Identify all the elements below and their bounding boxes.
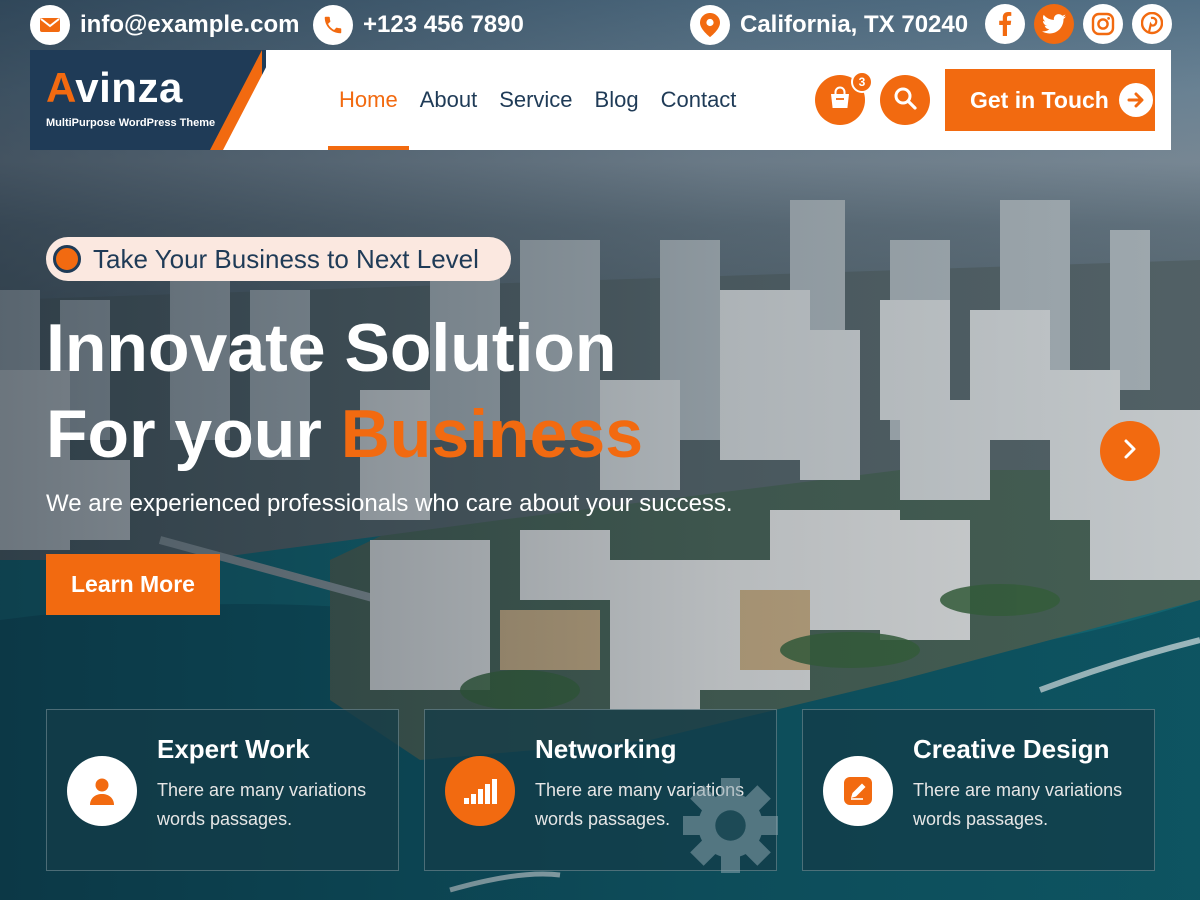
- nav-item-service[interactable]: Service: [488, 50, 583, 150]
- signal-bars-icon: [445, 756, 515, 826]
- shopping-bag-icon: [827, 85, 853, 116]
- feature-title: Expert Work: [157, 734, 310, 764]
- hero-title-plain: For your: [46, 396, 341, 472]
- pinterest-icon[interactable]: [1132, 4, 1172, 44]
- hero-title-line2: For your Business: [46, 391, 643, 477]
- email-contact[interactable]: info@example.com: [30, 5, 299, 45]
- location-text: California, TX 70240: [740, 11, 969, 38]
- feature-title: Creative Design: [913, 734, 1110, 764]
- user-icon: [67, 756, 137, 826]
- site-header: Avinza MultiPurpose WordPress Theme Home…: [30, 50, 1171, 150]
- get-in-touch-button[interactable]: Get in Touch: [945, 69, 1155, 131]
- nav-item-contact[interactable]: Contact: [650, 50, 748, 150]
- hero-tag-text: Take Your Business to Next Level: [93, 243, 479, 274]
- hero-title: Innovate Solution For your Business: [46, 305, 643, 477]
- facebook-icon[interactable]: [985, 4, 1025, 44]
- location-contact: California, TX 70240: [690, 5, 968, 45]
- nav-item-home[interactable]: Home: [328, 50, 409, 150]
- map-pin-icon: [690, 5, 730, 45]
- cta-label: Get in Touch: [970, 86, 1109, 113]
- feature-text: There are many variations words passages…: [157, 780, 367, 829]
- email-text: info@example.com: [80, 11, 300, 38]
- feature-card-expert-work: Expert Work There are many variations wo…: [46, 709, 399, 871]
- cart-count-badge: 3: [851, 71, 873, 93]
- logo-rest: vinza: [75, 64, 183, 111]
- twitter-icon[interactable]: [1034, 4, 1074, 44]
- hero-title-accent: Business: [340, 396, 644, 472]
- nav-item-blog[interactable]: Blog: [584, 50, 650, 150]
- social-links: [985, 4, 1172, 44]
- edit-icon: [823, 756, 893, 826]
- slider-next-button[interactable]: [1100, 421, 1160, 481]
- phone-contact[interactable]: +123 456 7890: [313, 5, 524, 45]
- envelope-icon: [30, 5, 70, 45]
- hero-title-line1: Innovate Solution: [46, 310, 617, 386]
- feature-text: There are many variations words passages…: [913, 780, 1123, 829]
- feature-card-creative-design: Creative Design There are many variation…: [802, 709, 1155, 871]
- phone-text: +123 456 7890: [363, 11, 524, 38]
- arrow-right-icon: [1118, 83, 1153, 117]
- cart-button[interactable]: 3: [815, 71, 873, 125]
- nav-item-about[interactable]: About: [409, 50, 489, 150]
- search-icon: [893, 86, 917, 115]
- logo-first-letter: A: [46, 64, 76, 111]
- gear-icon: [683, 778, 778, 878]
- phone-icon: [313, 5, 353, 45]
- search-button[interactable]: [880, 75, 930, 125]
- feature-card-networking: Networking There are many variations wor…: [424, 709, 778, 873]
- feature-title: Networking: [535, 734, 677, 764]
- logo-white-stripe: [223, 50, 275, 150]
- hero-tag-pill: Take Your Business to Next Level: [46, 237, 511, 281]
- hero-subtitle: We are experienced professionals who car…: [46, 490, 733, 517]
- site-tagline: MultiPurpose WordPress Theme: [46, 117, 216, 129]
- chevron-right-icon: [1122, 438, 1138, 465]
- top-contact-bar: info@example.com +123 456 7890 Californi…: [0, 0, 1200, 50]
- site-logo[interactable]: Avinza: [46, 64, 183, 112]
- instagram-icon[interactable]: [1083, 4, 1123, 44]
- learn-more-button[interactable]: Learn More: [46, 554, 220, 615]
- circle-dot-icon: [53, 245, 81, 273]
- main-navigation: Home About Service Blog Contact: [328, 50, 747, 150]
